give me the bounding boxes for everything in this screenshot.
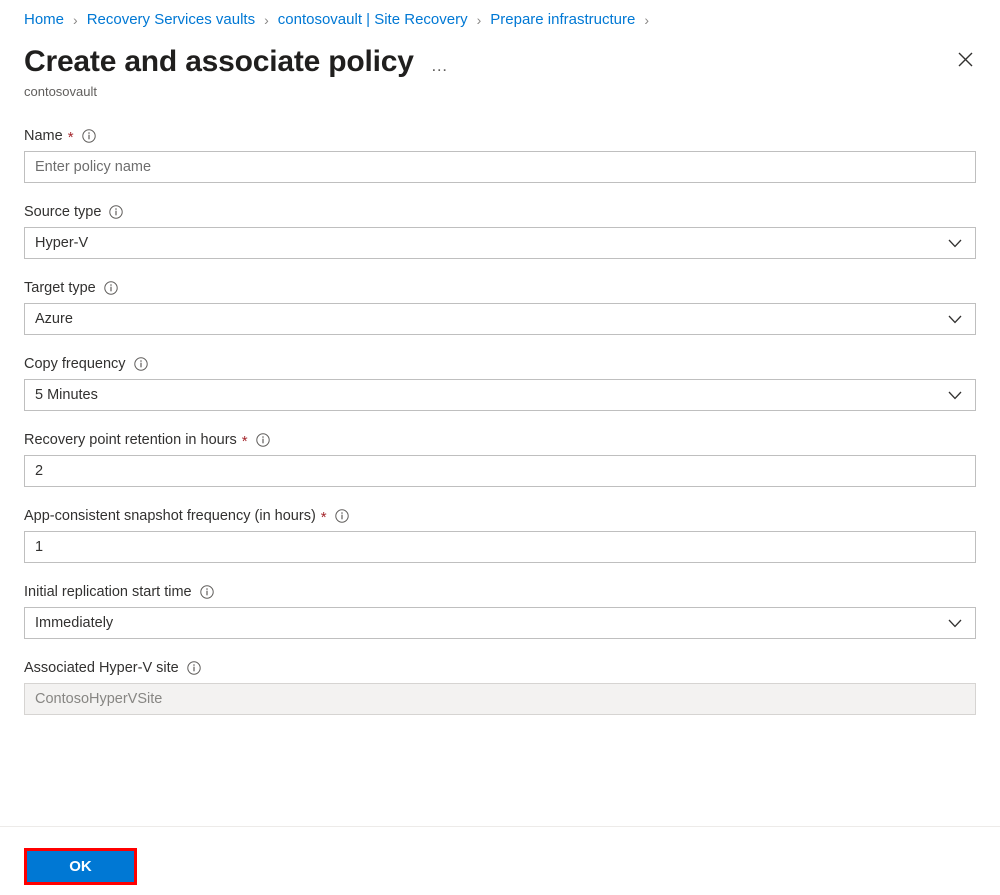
- control-source-type: Hyper-V: [24, 227, 976, 259]
- footer-actions: OK: [24, 848, 137, 885]
- field-name: Name *: [24, 125, 976, 183]
- info-icon[interactable]: [109, 204, 124, 219]
- policy-form: Name * Source type: [0, 125, 1000, 715]
- field-app-consistent-snapshot-frequency: App-consistent snapshot frequency (in ho…: [24, 505, 976, 563]
- field-source-type: Source type Hyper-V: [24, 201, 976, 259]
- breadcrumb-separator-icon: ›: [73, 12, 78, 28]
- required-marker: *: [320, 508, 327, 526]
- close-button[interactable]: [949, 43, 981, 75]
- label-text: Target type: [24, 279, 96, 296]
- label-text: Recovery point retention in hours: [24, 431, 237, 448]
- info-icon[interactable]: [199, 584, 214, 599]
- field-label-name: Name *: [24, 125, 976, 146]
- chevron-down-icon: [947, 235, 963, 251]
- field-label-associated-hyperv-site: Associated Hyper-V site: [24, 657, 976, 678]
- breadcrumb-item-home[interactable]: Home: [24, 10, 64, 30]
- chevron-down-icon: [947, 615, 963, 631]
- field-associated-hyperv-site: Associated Hyper-V site: [24, 657, 976, 715]
- page-title: Create and associate policy: [24, 45, 414, 78]
- source-type-value: Hyper-V: [35, 235, 89, 251]
- breadcrumb: Home › Recovery Services vaults › contos…: [0, 0, 1000, 33]
- ok-button-highlight: OK: [24, 848, 137, 885]
- initial-replication-start-time-select[interactable]: Immediately: [24, 607, 976, 639]
- field-target-type: Target type Azure: [24, 277, 976, 335]
- breadcrumb-separator-icon: ›: [644, 12, 650, 28]
- target-type-value: Azure: [35, 311, 73, 327]
- chevron-down-icon: [947, 311, 963, 327]
- copy-frequency-value: 5 Minutes: [35, 387, 98, 403]
- close-icon: [958, 52, 973, 67]
- footer-divider: [0, 826, 1000, 827]
- breadcrumb-separator-icon: ›: [476, 12, 482, 28]
- control-initial-replication-start-time: Immediately: [24, 607, 976, 639]
- breadcrumb-item-contosovault-site-recovery[interactable]: contosovault | Site Recovery: [278, 10, 468, 30]
- field-label-initial-replication-start-time: Initial replication start time: [24, 581, 976, 602]
- info-icon[interactable]: [187, 660, 201, 675]
- info-icon[interactable]: [133, 356, 148, 371]
- required-marker: *: [67, 128, 74, 146]
- label-text: Copy frequency: [24, 355, 126, 372]
- label-text: App-consistent snapshot frequency (in ho…: [24, 507, 316, 524]
- source-type-select[interactable]: Hyper-V: [24, 227, 976, 259]
- label-text: Source type: [24, 203, 102, 220]
- label-text: Associated Hyper-V site: [24, 659, 179, 676]
- info-icon[interactable]: [81, 128, 96, 143]
- breadcrumb-item-recovery-services-vaults[interactable]: Recovery Services vaults: [87, 10, 255, 30]
- label-text: Initial replication start time: [24, 583, 192, 600]
- field-label-copy-frequency: Copy frequency: [24, 353, 976, 374]
- required-marker: *: [241, 432, 248, 450]
- field-label-recovery-point-retention: Recovery point retention in hours *: [24, 429, 976, 450]
- page-header: Create and associate policy …: [0, 33, 1000, 81]
- field-label-target-type: Target type: [24, 277, 976, 298]
- control-recovery-point-retention: [24, 455, 976, 487]
- copy-frequency-select[interactable]: 5 Minutes: [24, 379, 976, 411]
- control-name: [24, 151, 976, 183]
- target-type-select[interactable]: Azure: [24, 303, 976, 335]
- initial-replication-start-time-value: Immediately: [35, 615, 114, 631]
- control-target-type: Azure: [24, 303, 976, 335]
- more-options-icon[interactable]: …: [431, 57, 450, 75]
- ok-button[interactable]: OK: [27, 851, 134, 882]
- app-consistent-snapshot-frequency-input[interactable]: [24, 531, 976, 563]
- info-icon[interactable]: [334, 508, 349, 523]
- control-copy-frequency: 5 Minutes: [24, 379, 976, 411]
- page-subtitle: contosovault: [24, 84, 97, 99]
- field-label-source-type: Source type: [24, 201, 976, 222]
- field-initial-replication-start-time: Initial replication start time Immediate…: [24, 581, 976, 639]
- breadcrumb-item-prepare-infrastructure[interactable]: Prepare infrastructure: [490, 10, 635, 30]
- control-app-consistent-snapshot-frequency: [24, 531, 976, 563]
- field-copy-frequency: Copy frequency 5 Minutes: [24, 353, 976, 411]
- recovery-point-retention-input[interactable]: [24, 455, 976, 487]
- chevron-down-icon: [947, 387, 963, 403]
- info-icon[interactable]: [255, 432, 270, 447]
- field-recovery-point-retention: Recovery point retention in hours *: [24, 429, 976, 487]
- associated-hyperv-site-input: [24, 683, 976, 715]
- label-text: Name: [24, 127, 63, 144]
- breadcrumb-separator-icon: ›: [264, 12, 269, 28]
- field-label-app-consistent-snapshot-frequency: App-consistent snapshot frequency (in ho…: [24, 505, 976, 526]
- control-associated-hyperv-site: [24, 683, 976, 715]
- info-icon[interactable]: [104, 280, 118, 295]
- name-input[interactable]: [24, 151, 976, 183]
